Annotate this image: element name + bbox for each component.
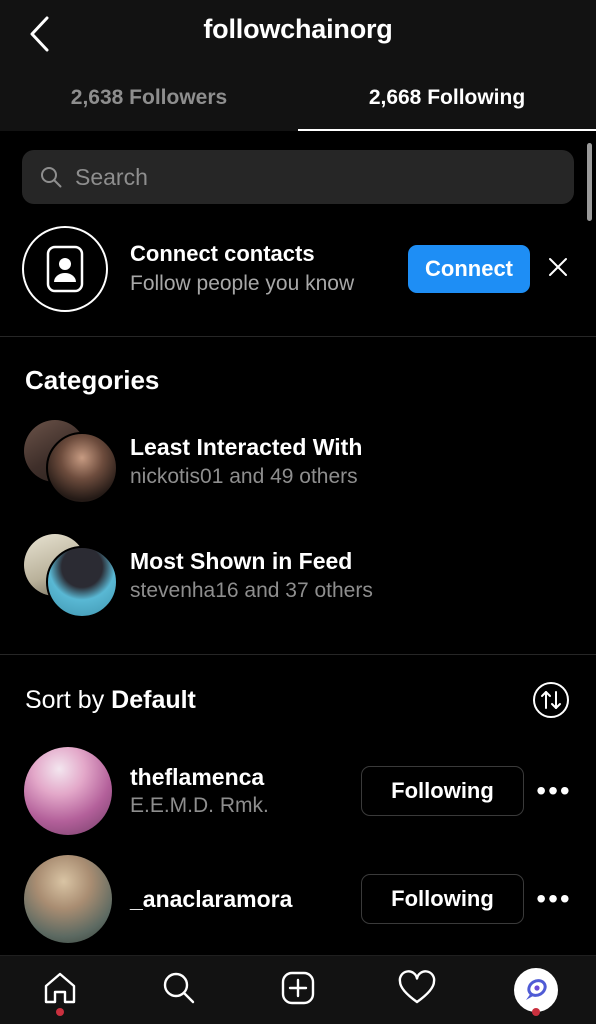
category-text: Most Shown in Feed stevenha16 and 37 oth…: [130, 548, 373, 603]
close-icon: [547, 256, 569, 283]
search-input[interactable]: Search: [22, 150, 574, 204]
sort-label[interactable]: Sort by Default: [25, 686, 196, 715]
list-item[interactable]: _anaclaramora Following •••: [0, 845, 596, 953]
tab-followers-label: 2,638 Followers: [70, 86, 228, 109]
home-notification-dot: [55, 1008, 64, 1016]
list-item[interactable]: theflamenca E.E.M.D. Rmk. Following •••: [0, 737, 596, 845]
sort-prefix: Sort by: [25, 685, 112, 714]
search-icon: [40, 166, 62, 188]
nav-home[interactable]: [0, 956, 119, 1024]
sort-value: Default: [111, 685, 196, 714]
vertical-scrollbar[interactable]: [587, 143, 592, 221]
categories-heading: Categories: [25, 365, 160, 395]
more-options-icon[interactable]: •••: [530, 877, 578, 921]
profile-avatar: [514, 968, 559, 1012]
search-icon: [160, 969, 198, 1012]
connect-contacts-text: Connect contacts Follow people you know: [130, 240, 408, 299]
user-subtitle: E.E.M.D. Rmk.: [130, 794, 269, 817]
user-text: _anaclaramora: [130, 886, 361, 913]
sort-arrows-icon[interactable]: [530, 679, 572, 721]
sort-row: Sort by Default: [0, 655, 596, 737]
avatar[interactable]: [24, 855, 112, 943]
user-text: theflamenca E.E.M.D. Rmk.: [130, 764, 361, 818]
category-row-most-shown[interactable]: Most Shown in Feed stevenha16 and 37 oth…: [0, 518, 596, 632]
category-subtitle: nickotis01 and 49 others: [130, 464, 358, 488]
bottom-navigation-bar: [0, 955, 596, 1024]
scrollable-content: Search Connect contacts Follow people yo…: [0, 131, 596, 955]
avatar-front: [46, 432, 118, 504]
category-avatar-stack: [24, 532, 118, 618]
contact-card-icon: [22, 226, 108, 312]
tab-following[interactable]: 2,668 Following: [298, 72, 596, 131]
search-section: Search: [0, 131, 596, 204]
category-title: Least Interacted With: [130, 433, 363, 460]
nav-profile[interactable]: [477, 956, 596, 1024]
connect-contacts-subtitle: Follow people you know: [130, 272, 355, 296]
username: theflamenca: [130, 764, 265, 790]
app-header: followchainorg 2,638 Followers 2,668 Fol…: [0, 0, 596, 131]
nav-search[interactable]: [119, 956, 238, 1024]
create-post-icon: [279, 969, 317, 1012]
connect-button[interactable]: Connect: [408, 245, 530, 293]
avatar-front: [46, 546, 118, 618]
tab-following-label: 2,668 Following: [368, 86, 526, 109]
profile-notification-dot: [532, 1008, 541, 1016]
following-button[interactable]: Following: [361, 874, 524, 924]
connect-contacts-row: Connect contacts Follow people you know …: [0, 204, 596, 336]
page-title: followchainorg: [203, 14, 393, 44]
following-button[interactable]: Following: [361, 766, 524, 816]
connect-contacts-title: Connect contacts: [130, 240, 315, 266]
nav-create[interactable]: [238, 956, 357, 1024]
nav-activity[interactable]: [358, 956, 477, 1024]
more-options-icon[interactable]: •••: [530, 769, 578, 813]
dismiss-connect-button[interactable]: [538, 249, 578, 289]
profile-tabs: 2,638 Followers 2,668 Following: [0, 72, 596, 131]
heart-icon: [397, 969, 437, 1012]
category-row-least-interacted[interactable]: Least Interacted With nickotis01 and 49 …: [0, 404, 596, 518]
username: _anaclaramora: [130, 885, 293, 912]
search-placeholder: Search: [75, 163, 148, 190]
tab-followers[interactable]: 2,638 Followers: [0, 72, 298, 131]
category-title: Most Shown in Feed: [130, 547, 353, 574]
category-text: Least Interacted With nickotis01 and 49 …: [130, 434, 362, 489]
avatar[interactable]: [24, 747, 112, 835]
category-avatar-stack: [24, 418, 118, 504]
home-icon: [41, 969, 79, 1012]
instagram-following-screen: followchainorg 2,638 Followers 2,668 Fol…: [0, 0, 596, 1024]
category-subtitle: stevenha16 and 37 others: [130, 578, 373, 602]
